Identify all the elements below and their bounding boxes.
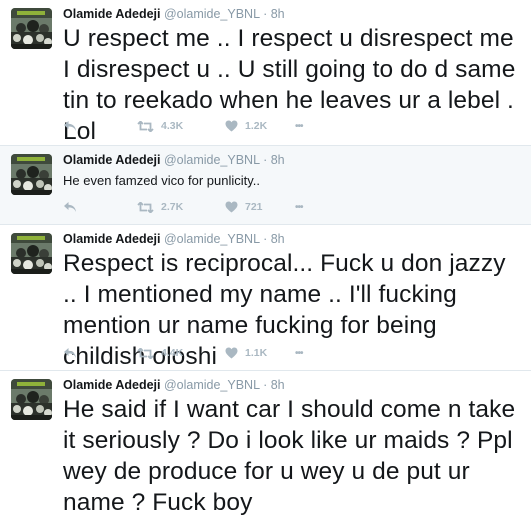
- tweet-header: Olamide Adedeji @olamide_YBNL · 8h: [63, 231, 285, 247]
- display-name[interactable]: Olamide Adedeji: [63, 153, 160, 167]
- more-icon: •••: [295, 201, 303, 213]
- like-count: 721: [245, 201, 263, 213]
- timestamp[interactable]: 8h: [271, 153, 285, 167]
- username[interactable]: @olamide_YBNL: [164, 378, 260, 392]
- more-button[interactable]: •••: [295, 202, 315, 213]
- reply-icon: [64, 202, 76, 212]
- retweet-icon: [137, 201, 154, 213]
- reply-button[interactable]: [63, 347, 137, 359]
- retweet-button[interactable]: 4.4K: [137, 347, 225, 359]
- tweet[interactable]: Olamide Adedeji @olamide_YBNL · 8h He ev…: [0, 146, 531, 225]
- timestamp[interactable]: 8h: [271, 378, 285, 392]
- retweet-count: 4.3K: [161, 120, 184, 132]
- more-icon: •••: [295, 120, 303, 132]
- tweet[interactable]: Olamide Adedeji @olamide_YBNL · 8h Respe…: [0, 225, 531, 371]
- like-button[interactable]: 1.1K: [225, 347, 295, 359]
- retweet-count: 4.4K: [161, 347, 184, 359]
- like-button[interactable]: 721: [225, 201, 295, 213]
- tweet-feed: Olamide Adedeji @olamide_YBNL · 8h U res…: [0, 0, 531, 516]
- tweet[interactable]: Olamide Adedeji @olamide_YBNL · 8h He sa…: [0, 371, 531, 516]
- retweet-button[interactable]: 4.3K: [137, 120, 225, 132]
- tweet-header: Olamide Adedeji @olamide_YBNL · 8h: [63, 6, 285, 22]
- like-count: 1.1K: [245, 347, 268, 359]
- reply-button[interactable]: [63, 120, 137, 132]
- retweet-icon: [137, 347, 154, 359]
- more-icon: •••: [295, 347, 303, 359]
- separator-dot: ·: [263, 378, 268, 392]
- display-name[interactable]: Olamide Adedeji: [63, 232, 160, 246]
- tweet-actions: 4.3K 1.2K •••: [63, 118, 315, 134]
- tweet-header: Olamide Adedeji @olamide_YBNL · 8h: [63, 152, 285, 168]
- reply-icon: [64, 348, 76, 358]
- like-button[interactable]: 1.2K: [225, 120, 295, 132]
- retweet-count: 2.7K: [161, 201, 184, 213]
- avatar[interactable]: [11, 8, 52, 49]
- username[interactable]: @olamide_YBNL: [164, 232, 260, 246]
- avatar[interactable]: [11, 154, 52, 195]
- tweet-actions: 2.7K 721 •••: [63, 199, 315, 215]
- separator-dot: ·: [263, 153, 268, 167]
- reply-button[interactable]: [63, 201, 137, 213]
- avatar[interactable]: [11, 233, 52, 274]
- separator-dot: ·: [263, 232, 268, 246]
- heart-icon: [225, 201, 238, 213]
- avatar[interactable]: [11, 379, 52, 420]
- heart-icon: [225, 120, 238, 132]
- more-button[interactable]: •••: [295, 121, 315, 132]
- timestamp[interactable]: 8h: [271, 7, 285, 21]
- more-button[interactable]: •••: [295, 348, 315, 359]
- like-count: 1.2K: [245, 120, 268, 132]
- tweet-header: Olamide Adedeji @olamide_YBNL · 8h: [63, 377, 285, 393]
- tweet-text: He even famzed vico for punlicity..: [63, 173, 261, 188]
- tweet-text: He said if I want car I should come n ta…: [63, 396, 516, 516]
- display-name[interactable]: Olamide Adedeji: [63, 7, 160, 21]
- username[interactable]: @olamide_YBNL: [164, 7, 260, 21]
- username[interactable]: @olamide_YBNL: [164, 153, 260, 167]
- heart-icon: [225, 347, 238, 359]
- reply-icon: [64, 121, 76, 131]
- tweet[interactable]: Olamide Adedeji @olamide_YBNL · 8h U res…: [0, 0, 531, 146]
- retweet-icon: [137, 120, 154, 132]
- tweet-actions: 4.4K 1.1K •••: [63, 345, 315, 361]
- retweet-button[interactable]: 2.7K: [137, 201, 225, 213]
- separator-dot: ·: [263, 7, 268, 21]
- display-name[interactable]: Olamide Adedeji: [63, 378, 160, 392]
- timestamp[interactable]: 8h: [271, 232, 285, 246]
